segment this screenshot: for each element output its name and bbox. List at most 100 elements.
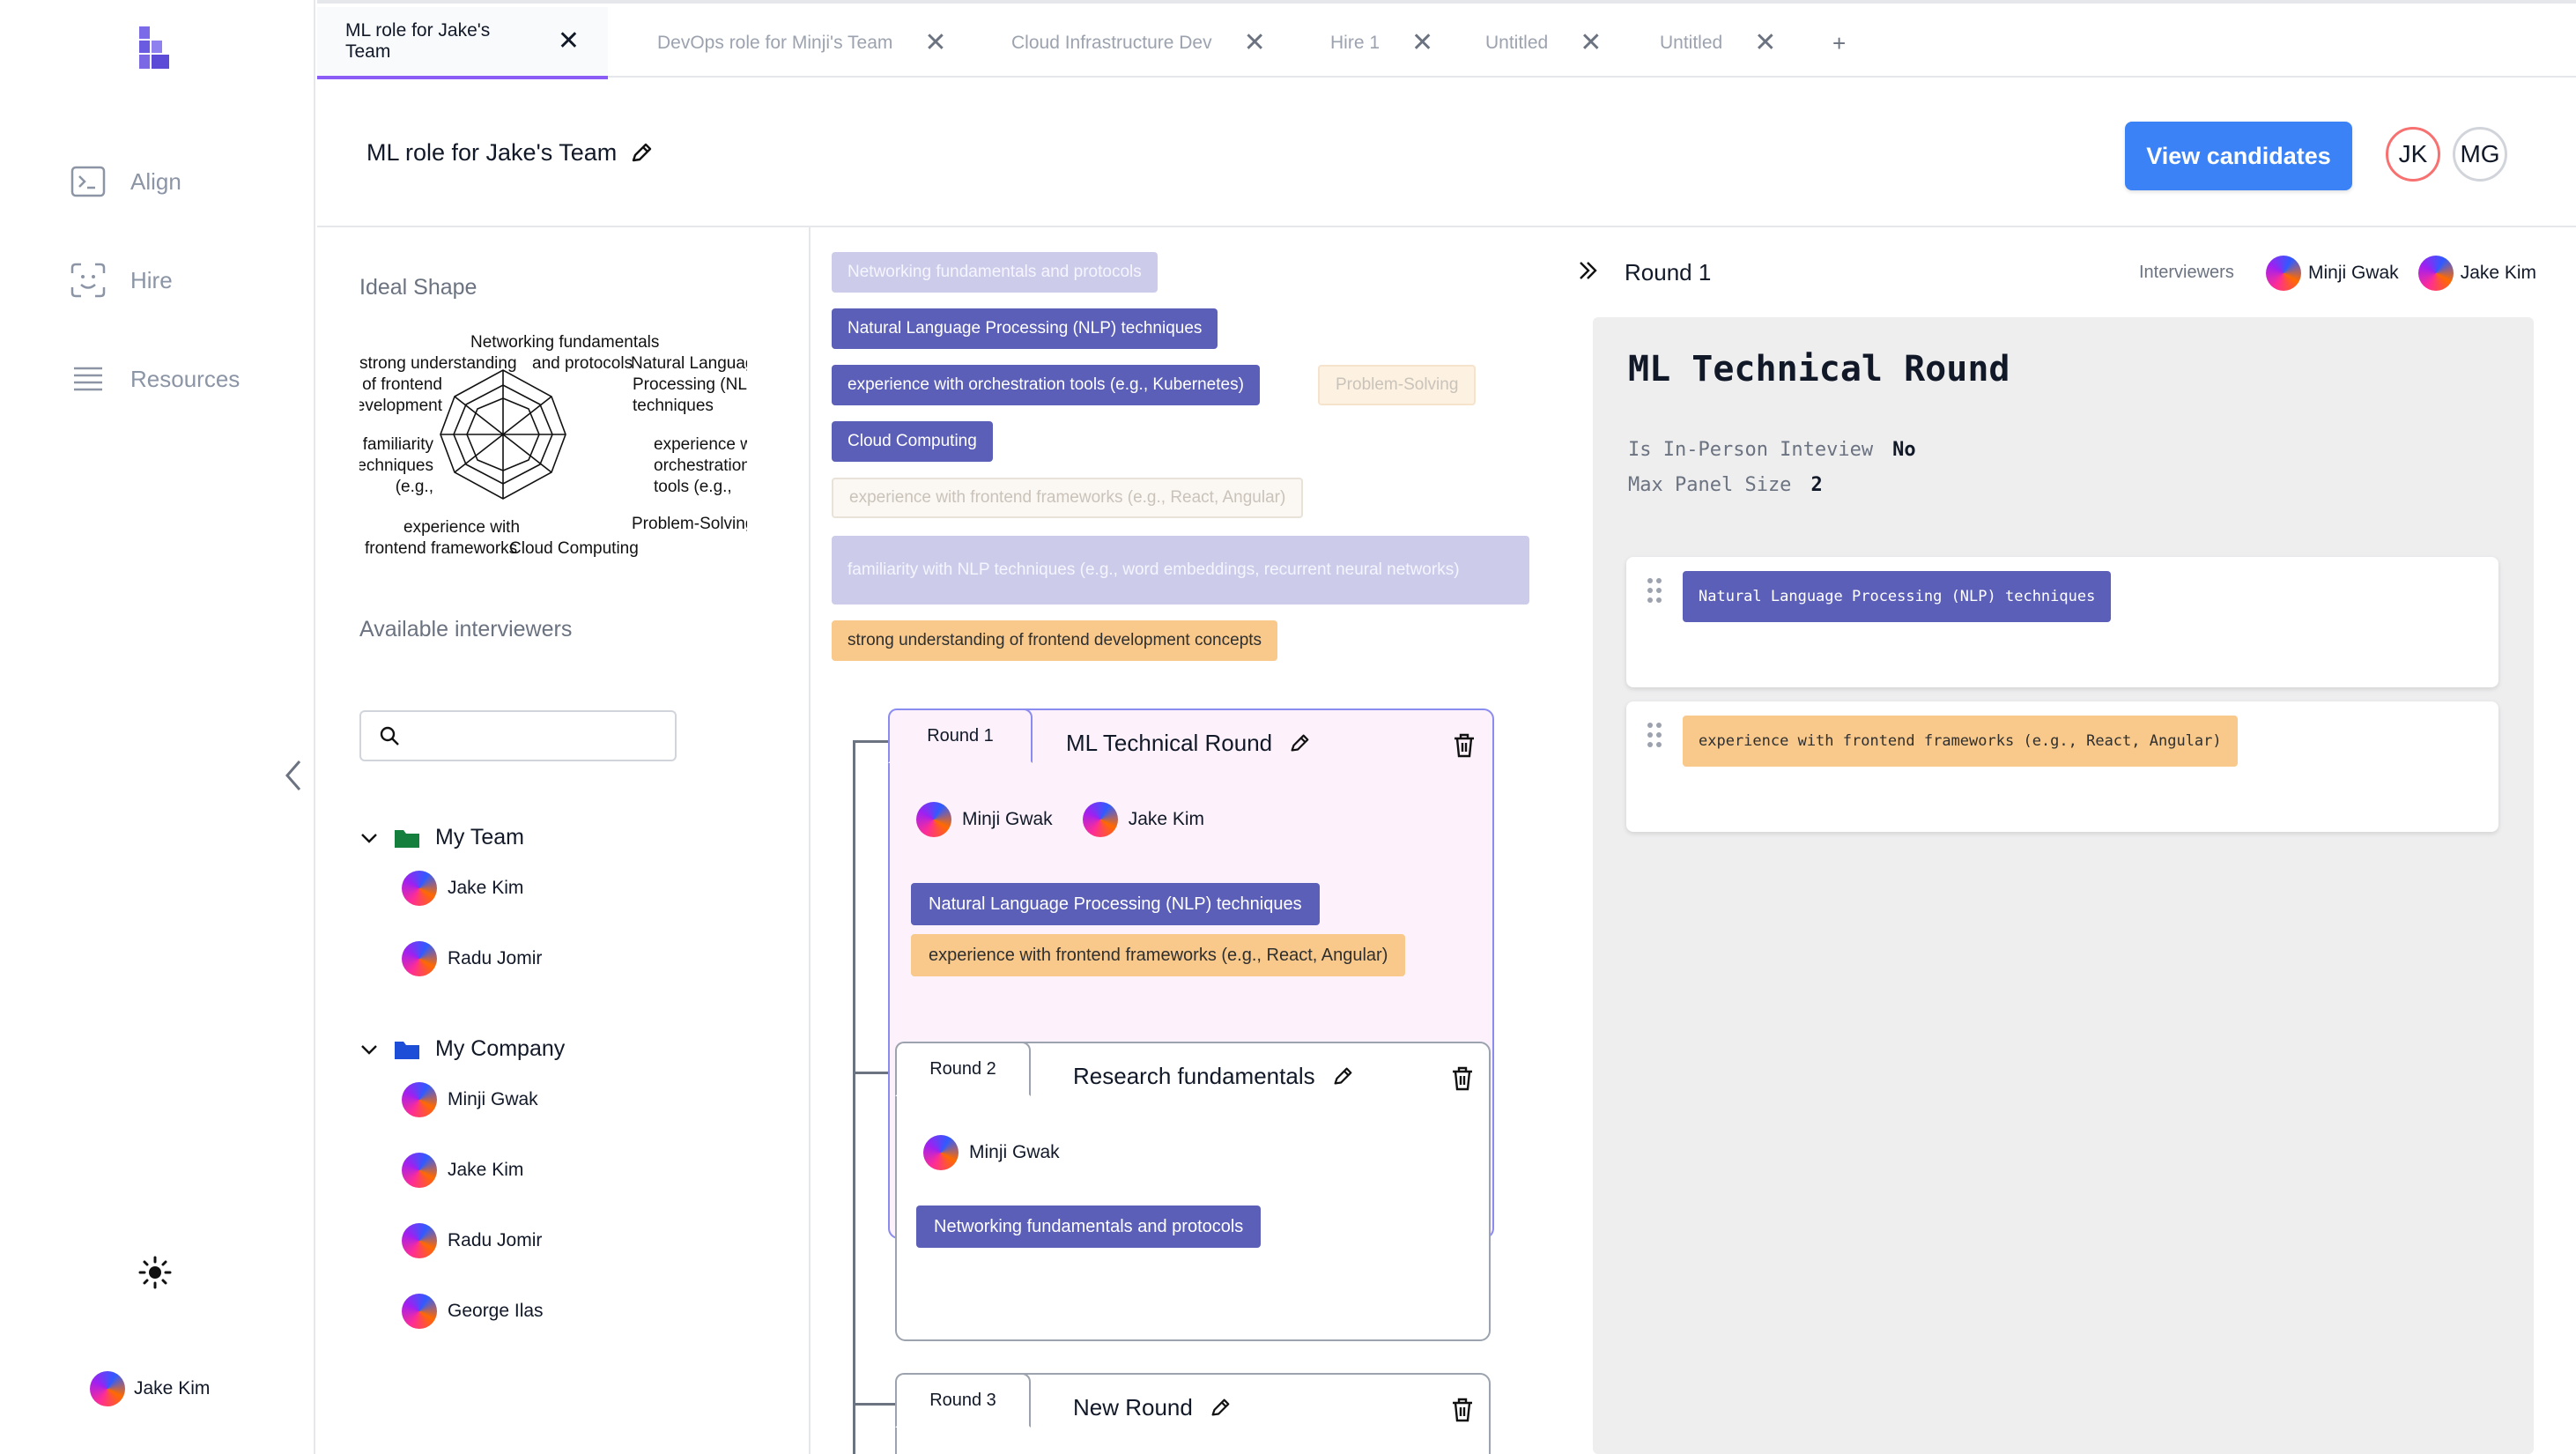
skill-tag[interactable]: strong understanding of frontend develop… xyxy=(832,620,1278,661)
radar-label: and protocols xyxy=(532,354,633,373)
round-skill-chip[interactable]: experience with frontend frameworks (e.g… xyxy=(911,934,1406,976)
group-name: My Company xyxy=(435,1036,566,1061)
skill-tag[interactable]: experience with frontend frameworks (e.g… xyxy=(832,478,1304,518)
skill-tag[interactable]: Cloud Computing xyxy=(832,421,993,462)
skill-tag[interactable]: familiarity with NLP techniques (e.g., w… xyxy=(832,536,1529,605)
tab-label: Untitled xyxy=(1660,33,1723,53)
member-item[interactable]: Radu Jomir xyxy=(402,1223,542,1258)
available-interviewers-title: Available interviewers xyxy=(359,617,573,642)
in-person-row: Is In-Person Inteview No xyxy=(1628,439,1916,461)
requirement-card[interactable]: experience with frontend frameworks (e.g… xyxy=(1626,701,2498,832)
tab-ml-role[interactable]: ML role for Jake's Team ✕ xyxy=(317,7,608,79)
radar-label: Cloud Computing xyxy=(509,539,639,558)
member-item[interactable]: Jake Kim xyxy=(402,871,523,906)
nav-item-align[interactable]: Align xyxy=(69,155,181,208)
pencil-icon[interactable] xyxy=(1209,1397,1232,1420)
skill-tag[interactable]: experience with orchestration tools (e.g… xyxy=(832,365,1260,405)
in-person-value[interactable]: No xyxy=(1892,439,1916,461)
skill-tag[interactable]: Natural Language Processing (NLP) techni… xyxy=(832,308,1218,349)
scan-face-icon xyxy=(70,263,106,298)
radar-label: (e.g., xyxy=(396,478,433,496)
user-initials: JK xyxy=(2398,140,2428,167)
avatar xyxy=(2417,256,2454,291)
group-my-company[interactable]: My Company xyxy=(359,1036,565,1062)
round-skill-chip[interactable]: Natural Language Processing (NLP) techni… xyxy=(911,883,1320,925)
round-title-text: Research fundamentals xyxy=(1073,1063,1315,1089)
radar-label: of frontend xyxy=(362,375,442,394)
member-item[interactable]: Jake Kim xyxy=(402,1153,523,1188)
chevron-down-icon xyxy=(361,1044,377,1055)
group-my-team[interactable]: My Team xyxy=(359,825,524,850)
nav-item-hire[interactable]: Hire xyxy=(69,254,173,307)
close-icon[interactable]: ✕ xyxy=(1411,30,1433,56)
close-icon[interactable]: ✕ xyxy=(1754,30,1776,56)
app-logo[interactable] xyxy=(137,25,174,70)
skill-tag[interactable]: Networking fundamentals and protocols xyxy=(832,252,1158,293)
page-header: ML role for Jake's Team View candidates … xyxy=(317,78,2576,227)
member-item[interactable]: George Ilas xyxy=(402,1294,544,1329)
avatar xyxy=(402,1223,437,1258)
user-chip-mg[interactable]: MG xyxy=(2453,127,2507,182)
current-user[interactable]: Jake Kim xyxy=(90,1371,210,1406)
tab-label: DevOps role for Minji's Team xyxy=(657,33,893,53)
radar-label: Problem-Solving xyxy=(632,515,747,533)
radar-label: tools (e.g., xyxy=(654,478,732,496)
member-item[interactable]: Minji Gwak xyxy=(402,1082,538,1117)
round-title-text: ML Technical Round xyxy=(1066,730,1273,756)
avatar xyxy=(916,802,951,837)
ideal-shape-title: Ideal Shape xyxy=(359,275,477,300)
interviewer-name: Jake Kim xyxy=(1128,809,1205,829)
close-icon[interactable]: ✕ xyxy=(1580,30,1602,56)
add-tab-label: + xyxy=(1832,29,1847,56)
drag-handle-icon[interactable] xyxy=(1646,721,1663,749)
radar-label: experience with xyxy=(403,518,520,537)
tab-label: Cloud Infrastructure Dev xyxy=(1011,33,1212,53)
double-chevron-right-icon[interactable] xyxy=(1577,259,1600,282)
detail-title: ML Technical Round xyxy=(1628,349,2010,389)
tab-untitled-2[interactable]: Untitled ✕ xyxy=(1660,7,1776,79)
drag-handle-icon[interactable] xyxy=(1646,576,1663,605)
close-icon[interactable]: ✕ xyxy=(558,28,580,55)
pencil-icon[interactable] xyxy=(1288,732,1311,755)
view-candidates-button[interactable]: View candidates xyxy=(2125,122,2352,190)
trash-icon[interactable] xyxy=(1448,1065,1477,1093)
in-person-label: Is In-Person Inteview xyxy=(1628,439,1874,461)
tab-hire-1[interactable]: Hire 1 ✕ xyxy=(1330,7,1433,79)
radar-label: Processing (NLP) xyxy=(633,375,747,394)
requirement-chip[interactable]: Natural Language Processing (NLP) techni… xyxy=(1683,571,2112,622)
panel-size-value[interactable]: 2 xyxy=(1810,474,1822,496)
requirement-chip[interactable]: experience with frontend frameworks (e.g… xyxy=(1683,716,2238,767)
round-title: Research fundamentals xyxy=(1073,1063,1354,1090)
round-tab-1[interactable]: Round 1 xyxy=(888,708,1033,763)
member-item[interactable]: Radu Jomir xyxy=(402,941,542,976)
tab-cloud-infra[interactable]: Cloud Infrastructure Dev ✕ xyxy=(1011,7,1266,79)
avatar xyxy=(923,1135,959,1170)
round-skill-chip[interactable]: Networking fundamentals and protocols xyxy=(916,1205,1262,1248)
pencil-icon[interactable] xyxy=(629,141,654,166)
round-title: ML Technical Round xyxy=(1066,730,1311,757)
round-tab-3[interactable]: Round 3 xyxy=(895,1373,1031,1428)
round-tab-2[interactable]: Round 2 xyxy=(895,1042,1031,1096)
nav-item-resources[interactable]: Resources xyxy=(69,352,240,405)
user-chip-jk[interactable]: JK xyxy=(2386,127,2440,182)
add-tab-button[interactable]: + xyxy=(1832,7,1846,79)
requirement-card[interactable]: Natural Language Processing (NLP) techni… xyxy=(1626,557,2498,687)
trash-icon[interactable] xyxy=(1450,731,1478,760)
tab-devops-role[interactable]: DevOps role for Minji's Team ✕ xyxy=(657,7,947,79)
skill-tag[interactable]: Problem-Solving xyxy=(1318,365,1477,405)
sun-icon[interactable] xyxy=(137,1255,173,1290)
list-icon xyxy=(74,367,102,391)
interviewer-search[interactable] xyxy=(359,710,677,761)
folder-icon xyxy=(395,1041,419,1059)
member-name: Jake Kim xyxy=(448,1160,524,1180)
collapse-panel-chevron-icon[interactable] xyxy=(284,758,303,793)
search-input[interactable] xyxy=(411,724,666,747)
close-icon[interactable]: ✕ xyxy=(924,30,946,56)
panel-size-label: Max Panel Size xyxy=(1628,474,1792,496)
pencil-icon[interactable] xyxy=(1331,1065,1354,1088)
avatar xyxy=(2266,256,2301,291)
trash-icon[interactable] xyxy=(1448,1396,1477,1424)
tab-untitled-1[interactable]: Untitled ✕ xyxy=(1485,7,1602,79)
close-icon[interactable]: ✕ xyxy=(1244,30,1266,56)
rounds-timeline xyxy=(853,740,855,1454)
